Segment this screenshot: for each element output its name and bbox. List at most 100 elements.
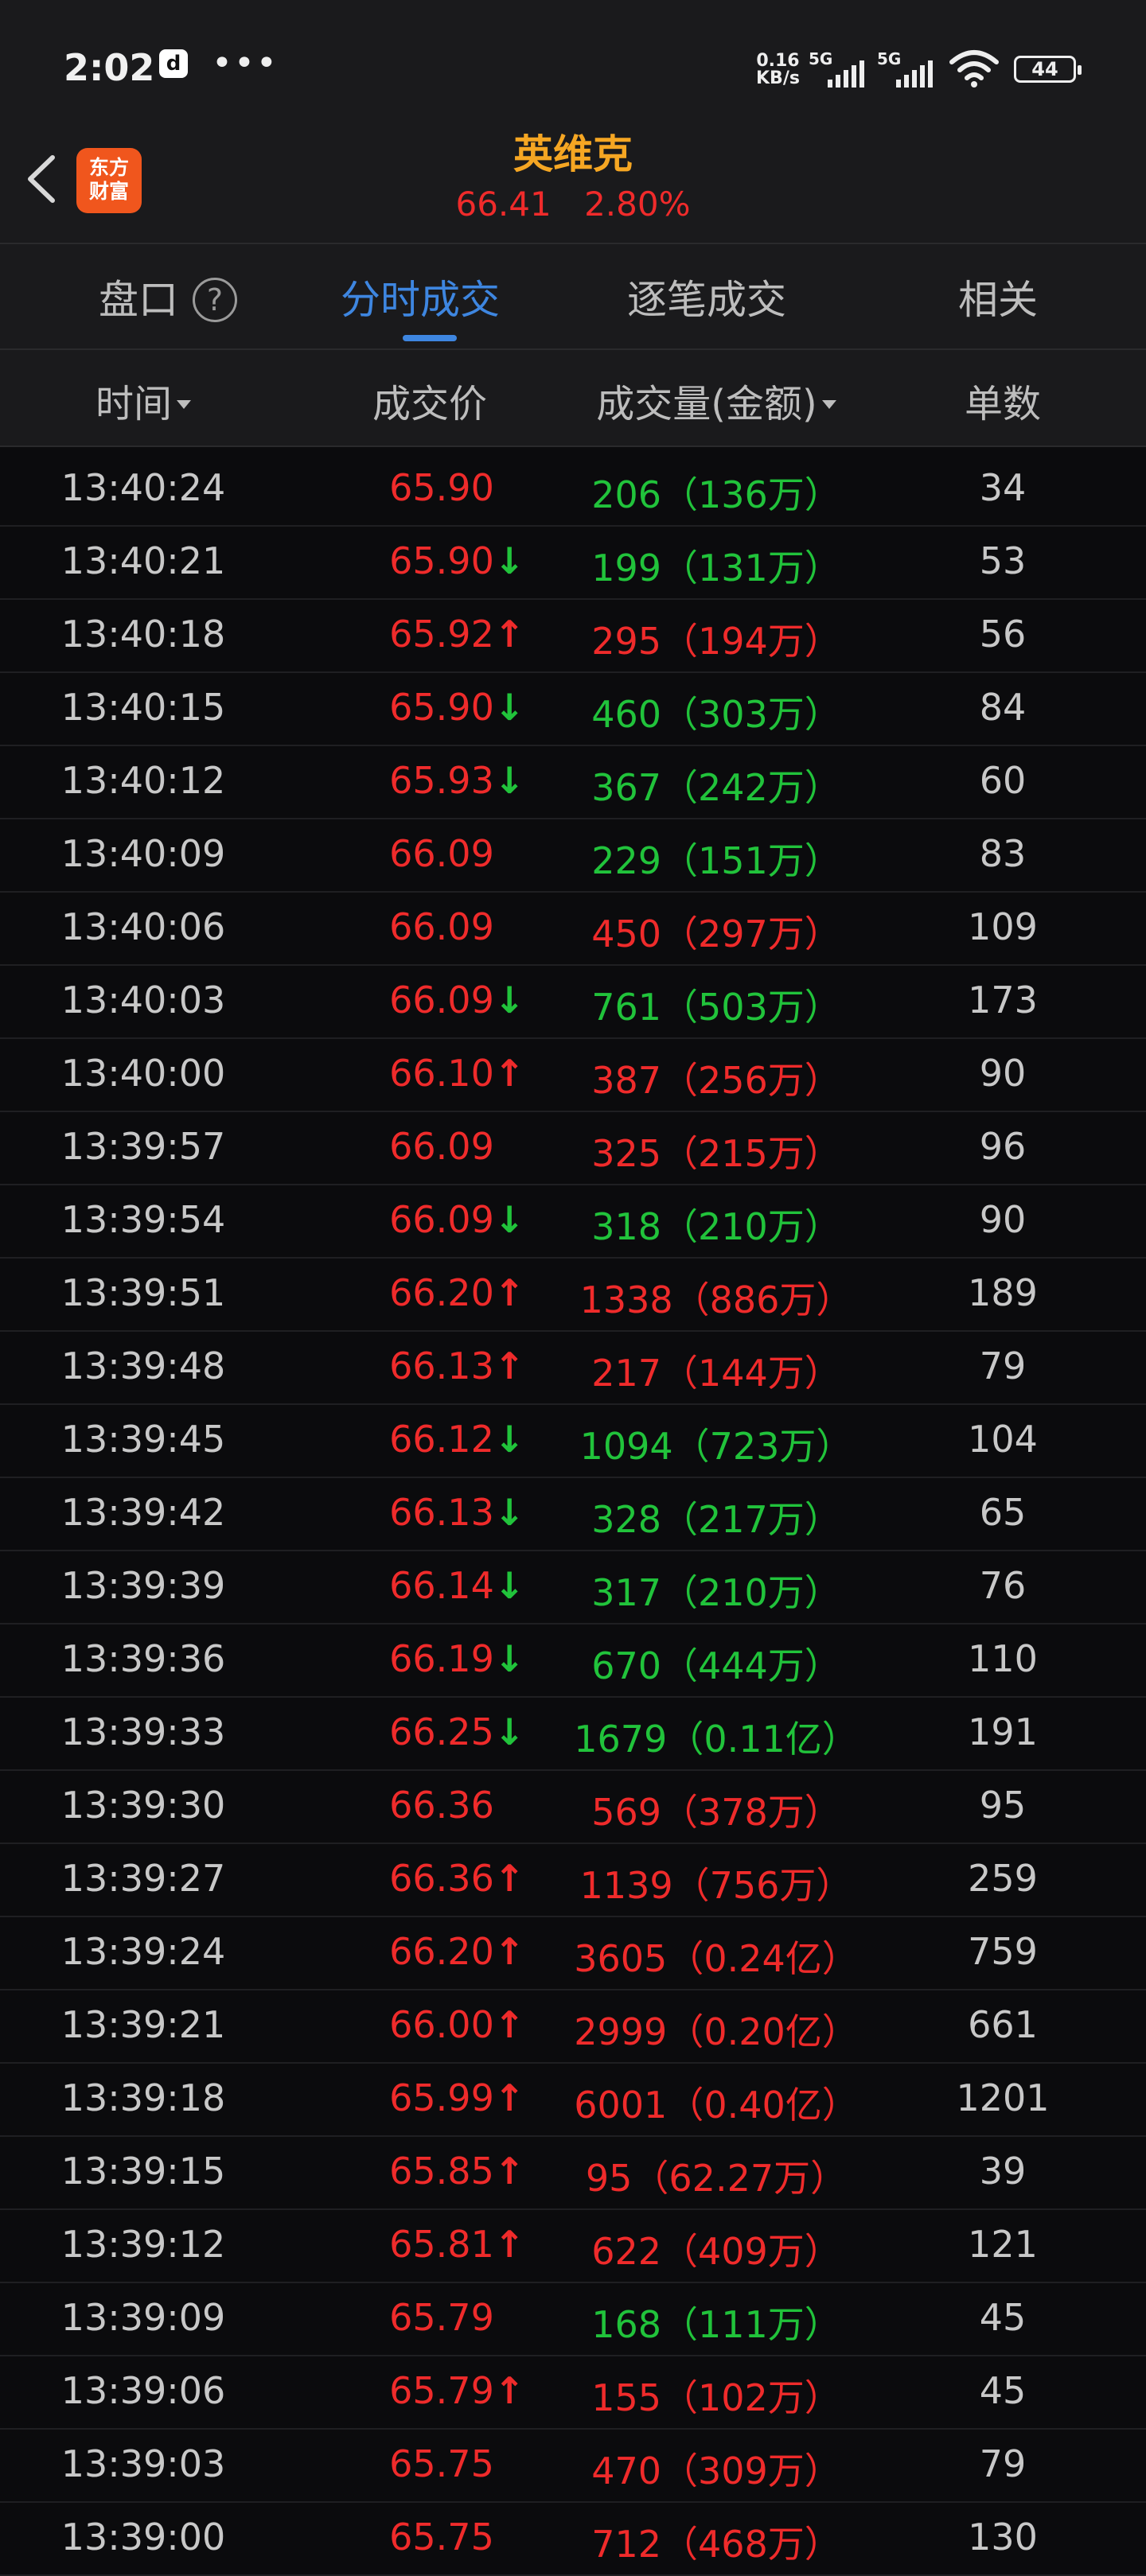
trade-volume: 155（102万）	[591, 2376, 841, 2419]
table-row[interactable]: 13:40:24 65.90 206（136万） 34	[0, 453, 1146, 527]
trade-volume: 199（131万）	[591, 547, 841, 590]
table-row[interactable]: 13:39:03 65.75 470（309万） 79	[0, 2430, 1146, 2503]
table-row[interactable]: 13:39:15 65.85↑ 95（62.27万） 39	[0, 2137, 1146, 2210]
stock-header: 东方 财富 英维克 66.41 2.80%	[0, 119, 1146, 243]
trade-volume: 1338（886万）	[579, 1278, 853, 1321]
trade-volume: 670（444万）	[591, 1644, 841, 1687]
table-row[interactable]: 13:39:36 66.19↓ 670（444万） 110	[0, 1625, 1146, 1698]
tiktok-notification-icon: d	[159, 49, 188, 78]
table-row[interactable]: 13:40:18 65.92↑ 295（194万） 56	[0, 600, 1146, 673]
trade-count: 65	[979, 1491, 1027, 1534]
trade-list[interactable]: 13:40:24 65.90 206（136万） 34 13:40:21 65.90↓ 19…	[0, 453, 1146, 2576]
sort-caret-icon	[821, 399, 836, 409]
table-row[interactable]: 13:39:39 66.14↓ 317（210万） 76	[0, 1551, 1146, 1625]
trade-count: 104	[968, 1418, 1038, 1461]
arrow-down-icon: ↓	[493, 1564, 525, 1607]
table-row[interactable]: 13:40:00 66.10↑ 387（256万） 90	[0, 1039, 1146, 1112]
network-speed: 0.16 KB/s	[756, 53, 800, 88]
table-row[interactable]: 13:40:06 66.09 450（297万） 109	[0, 893, 1146, 966]
help-icon[interactable]: ?	[193, 277, 237, 322]
trade-time: 13:39:15	[60, 2150, 226, 2193]
trade-price: 66.14↓	[334, 1564, 573, 1607]
trade-price: 66.25↓	[334, 1710, 573, 1753]
trade-price-value: 65.75	[389, 2516, 494, 2558]
trade-count: 56	[979, 613, 1027, 656]
trade-volume: 328（217万）	[591, 1498, 841, 1541]
trade-time: 13:40:18	[60, 613, 226, 656]
trade-count: 79	[979, 2442, 1027, 2485]
tab-related[interactable]: 相关	[958, 268, 1038, 325]
trade-time: 13:39:18	[60, 2076, 226, 2119]
column-time[interactable]: 时间	[48, 372, 239, 428]
table-row[interactable]: 13:40:09 66.09 229（151万） 83	[0, 819, 1146, 893]
stock-quote: 66.41 2.80%	[0, 185, 1146, 224]
wifi-icon	[949, 50, 999, 88]
table-row[interactable]: 13:39:30 66.36 569（378万） 95	[0, 1771, 1146, 1844]
trade-price: 66.00↑	[334, 2003, 573, 2046]
trade-count: 110	[968, 1637, 1038, 1680]
trade-count: 121	[968, 2223, 1038, 2266]
trade-price-value: 66.25	[389, 1710, 494, 1753]
trade-time: 13:39:36	[60, 1637, 226, 1680]
arrow-down-icon: ↓	[493, 1710, 525, 1753]
battery-icon: 44	[1014, 56, 1082, 83]
table-row[interactable]: 13:39:27 66.36↑ 1139（756万） 259	[0, 1844, 1146, 1917]
trade-price-value: 65.85	[389, 2150, 494, 2193]
trade-price: 65.90↓	[334, 686, 573, 729]
trade-price: 65.90↓	[334, 539, 573, 582]
trade-count: 34	[979, 466, 1027, 509]
column-volume[interactable]: 成交量(金额)	[557, 372, 875, 428]
trade-volume: 295（194万）	[591, 620, 841, 663]
table-row[interactable]: 13:39:12 65.81↑ 622（409万） 121	[0, 2210, 1146, 2283]
trade-volume: 712（468万）	[591, 2523, 841, 2566]
table-row[interactable]: 13:39:24 66.20↑ 3605（0.24亿） 759	[0, 1917, 1146, 1990]
table-row[interactable]: 13:39:48 66.13↑ 217（144万） 79	[0, 1332, 1146, 1405]
trade-time: 13:39:54	[60, 1198, 226, 1241]
trade-price-value: 66.36	[389, 1784, 494, 1827]
table-row[interactable]: 13:39:54 66.09↓ 318（210万） 90	[0, 1185, 1146, 1259]
table-row[interactable]: 13:40:03 66.09↓ 761（503万） 173	[0, 966, 1146, 1039]
table-row[interactable]: 13:39:18 65.99↑ 6001（0.40亿） 1201	[0, 2064, 1146, 2137]
trade-volume: 569（378万）	[591, 1791, 841, 1834]
trade-price-value: 66.09	[389, 1198, 494, 1241]
table-row[interactable]: 13:39:00 65.75 712（468万） 130	[0, 2503, 1146, 2576]
table-row[interactable]: 13:39:51 66.20↑ 1338（886万） 189	[0, 1259, 1146, 1332]
trade-volume: 318（210万）	[591, 1205, 841, 1248]
trade-count: 83	[979, 832, 1027, 875]
trade-price: 65.75	[334, 2442, 573, 2485]
arrow-down-icon: ↓	[493, 686, 525, 729]
trade-volume: 95（62.27万）	[585, 2157, 848, 2200]
table-row[interactable]: 13:40:21 65.90↓ 199（131万） 53	[0, 527, 1146, 600]
trade-price: 66.09	[334, 1125, 573, 1168]
trade-volume: 217（144万）	[591, 1352, 841, 1395]
table-row[interactable]: 13:39:21 66.00↑ 2999（0.20亿） 661	[0, 1990, 1146, 2064]
tab-label: 盘口	[99, 277, 178, 323]
trade-count: 95	[979, 1784, 1027, 1827]
tab-tick-trades[interactable]: 逐笔成交	[627, 268, 786, 325]
trade-count: 191	[968, 1710, 1038, 1753]
tab-minute-trades[interactable]: 分时成交	[341, 268, 500, 325]
trade-time: 13:39:45	[60, 1418, 226, 1461]
trade-volume: 367（242万）	[591, 766, 841, 809]
table-row[interactable]: 13:39:06 65.79↑ 155（102万） 45	[0, 2356, 1146, 2430]
trade-time: 13:40:03	[60, 979, 226, 1021]
table-row[interactable]: 13:40:12 65.93↓ 367（242万） 60	[0, 746, 1146, 819]
trade-count: 759	[968, 1930, 1038, 1973]
table-row[interactable]: 13:39:33 66.25↓ 1679（0.11亿） 191	[0, 1698, 1146, 1771]
tab-order-book[interactable]: 盘口?	[99, 268, 237, 325]
trade-price: 65.90	[334, 466, 573, 509]
table-row[interactable]: 13:39:57 66.09 325（215万） 96	[0, 1112, 1146, 1185]
table-row[interactable]: 13:39:42 66.13↓ 328（217万） 65	[0, 1478, 1146, 1551]
more-notifications-icon: •••	[212, 43, 279, 84]
trade-volume: 206（136万）	[591, 473, 841, 516]
table-row[interactable]: 13:40:15 65.90↓ 460（303万） 84	[0, 673, 1146, 746]
table-row[interactable]: 13:39:45 66.12↓ 1094（723万） 104	[0, 1405, 1146, 1478]
trade-volume: 761（503万）	[591, 986, 841, 1029]
trade-price-value: 66.13	[389, 1491, 494, 1534]
table-row[interactable]: 13:39:09 65.79 168（111万） 45	[0, 2283, 1146, 2356]
trade-time: 13:39:24	[60, 1930, 226, 1973]
trade-price: 65.85↑	[334, 2150, 573, 2193]
active-tab-indicator	[403, 335, 457, 341]
trade-volume: 168（111万）	[591, 2303, 841, 2346]
trade-time: 13:39:09	[60, 2296, 226, 2339]
